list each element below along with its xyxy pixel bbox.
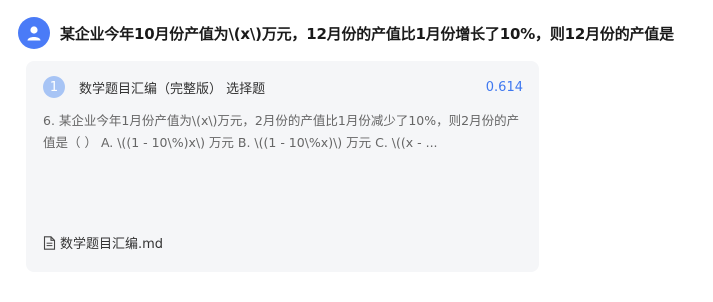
user-query-row: 某企业今年10月份产值为\(x\)万元，12月份的产值比1月份增长了10%，则1… [18, 16, 708, 50]
result-snippet: 6. 某企业今年1月份产值为\(x\)万元，2月份的产值比1月份减少了10%，则… [43, 113, 520, 150]
source-file-name[interactable]: 数学题目汇编.md [60, 233, 163, 252]
result-header: 1 数学题目汇编（完整版） 选择题 0.614 [43, 76, 523, 98]
file-icon [43, 235, 56, 250]
search-result-card[interactable]: 1 数学题目汇编（完整版） 选择题 0.614 6. 某企业今年1月份产值为\(… [26, 61, 539, 272]
user-avatar [18, 17, 50, 49]
query-text: 某企业今年10月份产值为\(x\)万元，12月份的产值比1月份增长了10%，则1… [60, 24, 674, 43]
rank-badge: 1 [43, 76, 65, 98]
relevance-score: 0.614 [485, 79, 523, 95]
document-title[interactable]: 数学题目汇编（完整版） 选择题 [79, 78, 265, 97]
chat-page: 某企业今年10月份产值为\(x\)万元，12月份的产值比1月份增长了10%，则1… [0, 0, 713, 302]
user-icon [27, 26, 41, 41]
source-file-link[interactable]: 数学题目汇编.md [43, 233, 163, 252]
